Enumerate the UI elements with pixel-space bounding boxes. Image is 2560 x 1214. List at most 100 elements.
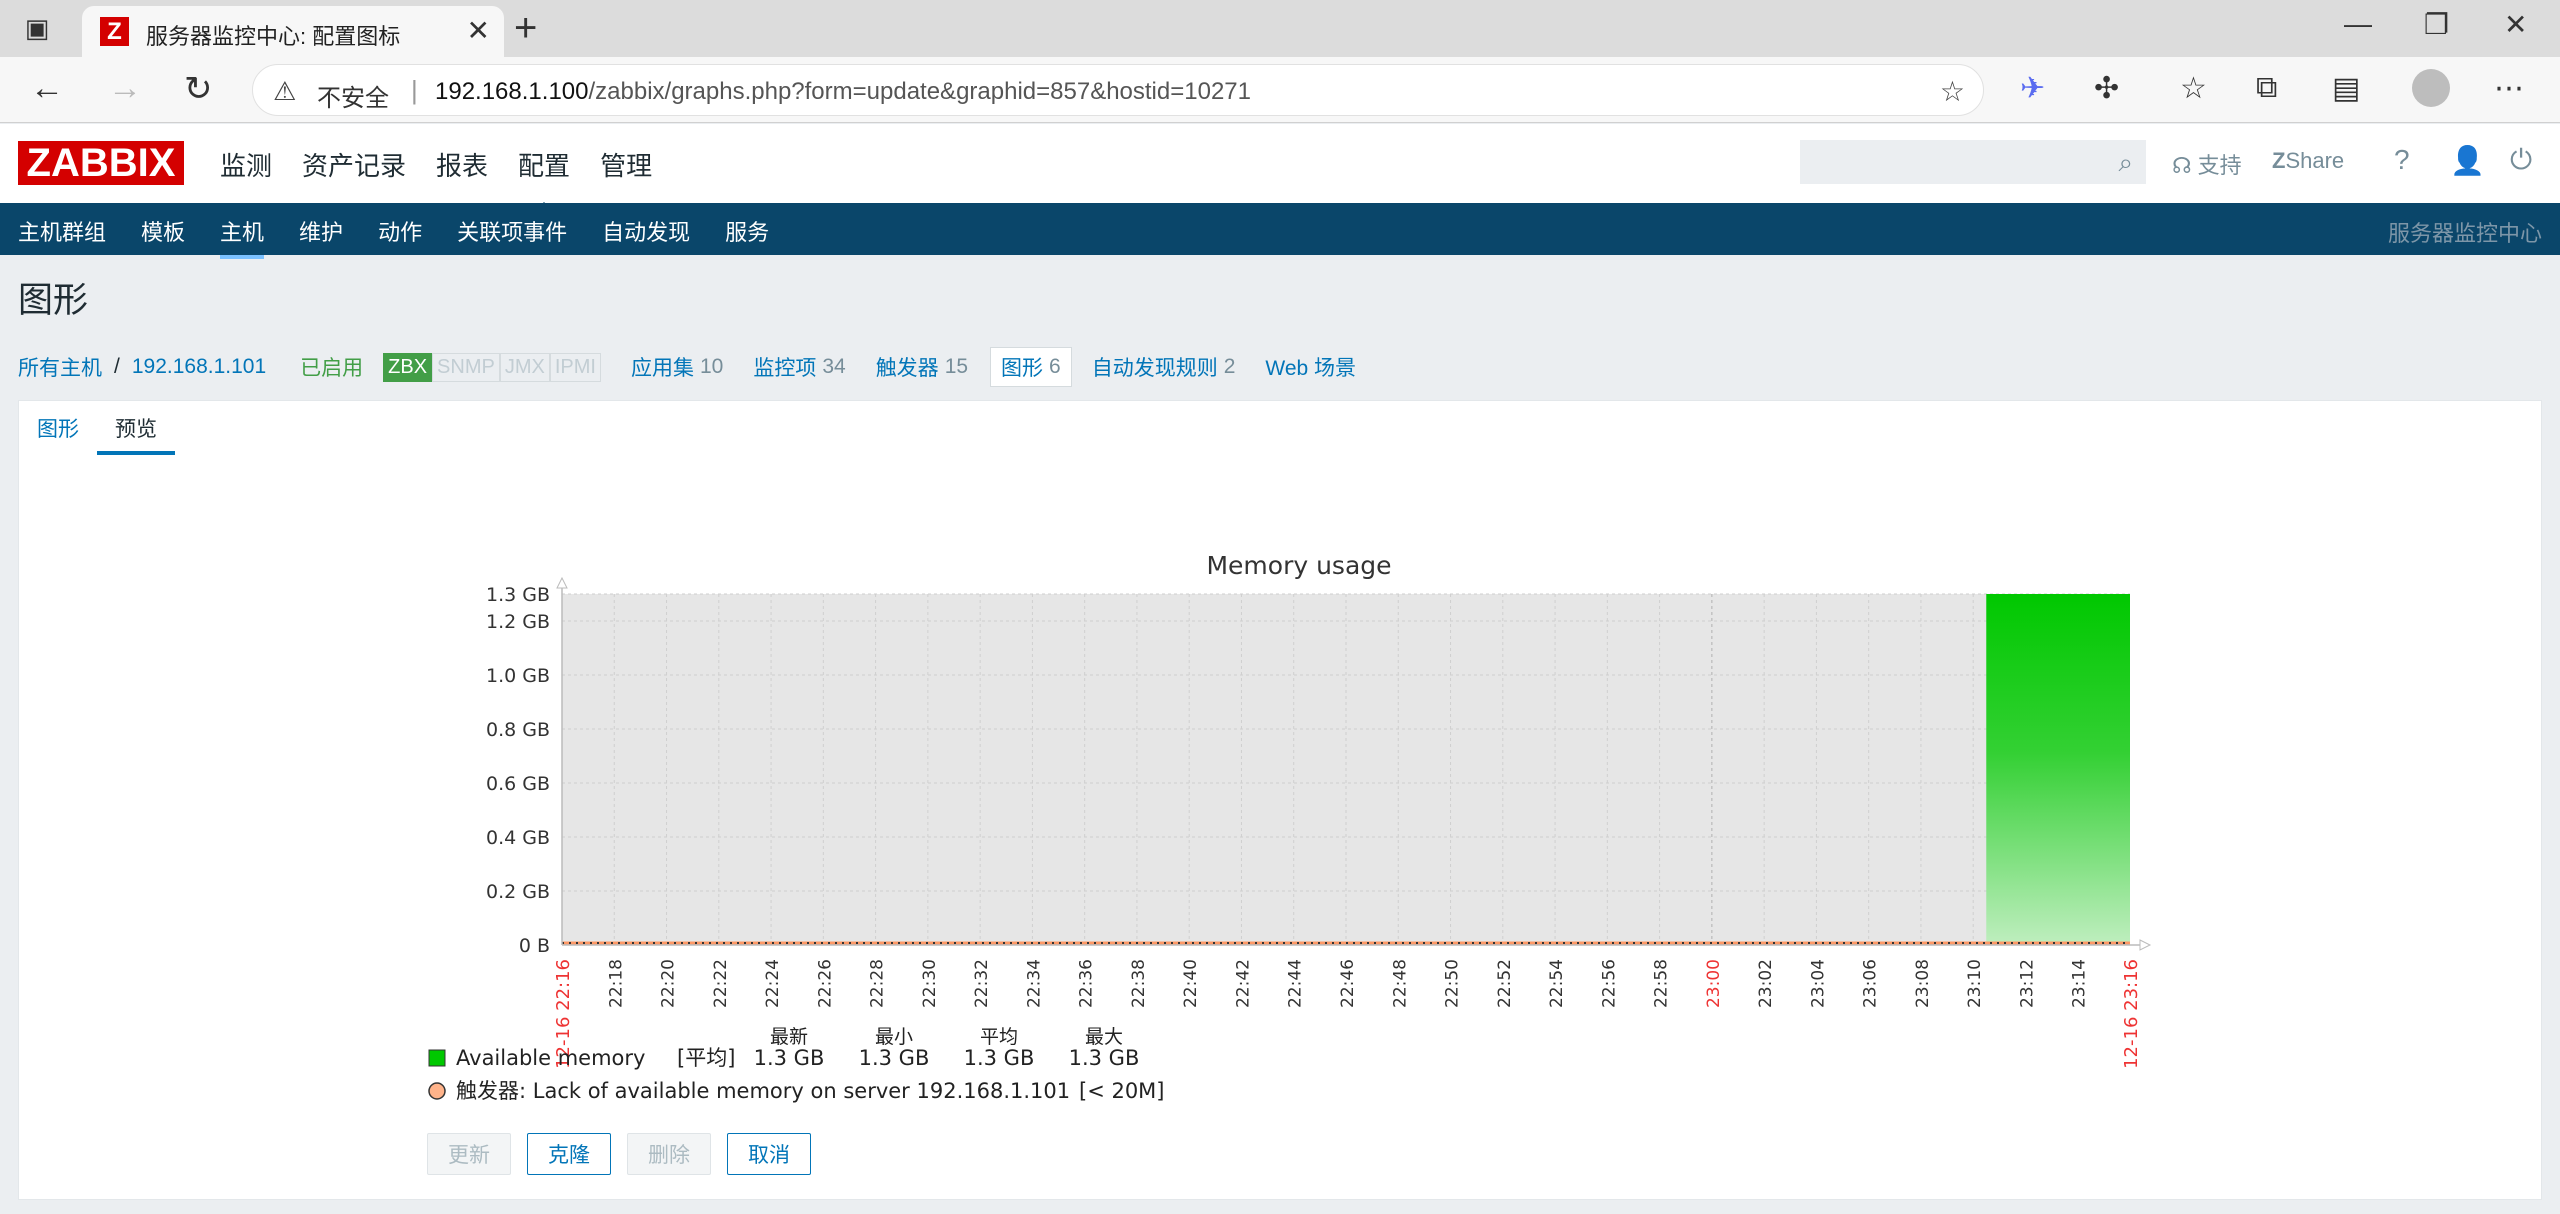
applications-count: 10 xyxy=(699,355,724,378)
items-link[interactable]: 监控项 34 xyxy=(753,352,845,382)
triggers-link[interactable]: 触发器 15 xyxy=(876,352,968,382)
subnav-hosts[interactable]: 主机 xyxy=(220,215,265,259)
applications-label: 应用集 xyxy=(630,357,694,380)
host-link[interactable]: 192.168.1.101 xyxy=(132,355,266,379)
applications-link[interactable]: 应用集 10 xyxy=(631,352,723,382)
y-tick-label: 1.0 GB xyxy=(486,665,550,687)
legend-trigger-marker xyxy=(428,1082,446,1100)
all-hosts-link[interactable]: 所有主机 xyxy=(18,352,102,382)
chart-title: Memory usage xyxy=(1206,551,1391,580)
items-label: 监控项 xyxy=(753,357,817,380)
url-field[interactable]: ⚠ 不安全 | 192.168.1.100/zabbix/graphs.php?… xyxy=(252,64,1984,116)
legend-column-header: 平均 xyxy=(980,1026,1018,1048)
url-text[interactable]: 192.168.1.100/zabbix/graphs.php?form=upd… xyxy=(435,78,1251,106)
legend-column-header: 最大 xyxy=(1085,1026,1123,1048)
tag-jmx: JMX xyxy=(499,352,550,382)
menu-configuration[interactable]: 配置 xyxy=(518,146,570,214)
insecure-label[interactable]: 不安全 xyxy=(317,78,389,113)
x-tick-label: 22:24 xyxy=(763,959,783,1008)
web-scenarios-link[interactable]: Web 场景 xyxy=(1265,352,1356,382)
x-tick-label: 23:10 xyxy=(1965,959,1985,1008)
items-count: 34 xyxy=(822,355,846,378)
subnav-event-correlation[interactable]: 关联项事件 xyxy=(457,215,567,247)
minimize-icon[interactable]: — xyxy=(2344,8,2372,40)
legend-trigger-name: 触发器: Lack of available memory on server … xyxy=(456,1079,1070,1103)
graphs-link[interactable]: 图形 6 xyxy=(990,347,1072,387)
zabbix-header: ZABBIX 监测 资产记录 报表 配置 管理 ⌕ ☊ 支持 ZShare ? … xyxy=(0,124,2560,214)
favorites-icon[interactable]: ☆ xyxy=(2180,71,2207,106)
back-icon[interactable]: ← xyxy=(30,69,64,108)
zabbix-logo[interactable]: ZABBIX xyxy=(18,141,184,185)
profile-avatar[interactable] xyxy=(2412,69,2450,107)
add-favorite-icon[interactable]: ☆ xyxy=(1940,75,1965,108)
top-menu: 监测 资产记录 报表 配置 管理 xyxy=(220,146,682,214)
x-edge-label: 12-16 23:16 xyxy=(2121,959,2142,1069)
x-tick-label: 22:56 xyxy=(1599,959,1619,1008)
discovery-rules-link[interactable]: 自动发现规则 2 xyxy=(1092,352,1236,382)
close-tab-icon[interactable]: ✕ xyxy=(467,14,490,47)
maximize-icon[interactable]: ❐ xyxy=(2424,8,2449,41)
logout-icon[interactable]: ⏻ xyxy=(2510,144,2532,177)
extension-bird-icon[interactable]: ✈ xyxy=(2020,71,2045,106)
tab-actions-icon[interactable]: ▣ xyxy=(22,13,52,43)
help-icon[interactable]: ? xyxy=(2394,144,2410,176)
x-tick-label: 22:22 xyxy=(711,959,731,1008)
menu-monitoring[interactable]: 监测 xyxy=(220,146,272,183)
browser-tab[interactable]: Z 服务器监控中心: 配置图标 ✕ xyxy=(82,6,504,57)
tag-ipmi: IPMI xyxy=(549,352,601,382)
subnav-maintenance[interactable]: 维护 xyxy=(299,215,343,247)
headset-icon: ☊ xyxy=(2172,153,2192,178)
series-area-available-memory xyxy=(1986,594,2130,945)
reload-icon[interactable]: ↻ xyxy=(184,69,213,109)
subnav-services[interactable]: 服务 xyxy=(725,215,769,247)
x-tick-label: 22:20 xyxy=(659,959,679,1008)
global-search-input[interactable]: ⌕ xyxy=(1800,140,2146,184)
menu-reports[interactable]: 报表 xyxy=(436,146,488,183)
menu-administration[interactable]: 管理 xyxy=(600,146,652,183)
memory-usage-graph: Memory usage 1.3 GB 1.2 GB 1.0 GB 0.8 GB 0.6… xyxy=(428,551,2152,1103)
update-button[interactable]: 更新 xyxy=(427,1133,511,1175)
subnav-templates[interactable]: 模板 xyxy=(141,215,185,247)
user-profile-icon[interactable]: 👤 xyxy=(2450,144,2485,177)
form-buttons: 更新 克隆 删除 取消 xyxy=(427,1133,827,1175)
close-window-icon[interactable]: ✕ xyxy=(2504,8,2527,41)
subnav-host-groups[interactable]: 主机群组 xyxy=(18,215,106,247)
warning-icon: ⚠ xyxy=(273,76,297,106)
sub-navigation: 主机群组 模板 主机 维护 动作 关联项事件 自动发现 服务 服务器监控中心 xyxy=(0,203,2560,259)
x-tick-label: 23:14 xyxy=(2070,959,2090,1008)
extensions-puzzle-icon[interactable]: ✣ xyxy=(2094,71,2119,106)
search-icon[interactable]: ⌕ xyxy=(2118,147,2133,179)
legend-trigger-threshold: [< 20M] xyxy=(1079,1079,1165,1103)
discovery-rules-count: 2 xyxy=(1223,355,1236,378)
tab-preview[interactable]: 预览 xyxy=(97,401,175,455)
x-tick-label: 22:52 xyxy=(1495,959,1515,1008)
host-breadcrumb: 所有主机 / 192.168.1.101 已启用 ZBX SNMP JMX IP… xyxy=(18,347,1356,387)
legend-swatch-available-memory xyxy=(428,1049,446,1067)
menu-inventory[interactable]: 资产记录 xyxy=(302,146,406,183)
more-menu-icon[interactable]: ⋯ xyxy=(2494,71,2524,106)
sidebar-apps-icon[interactable]: ▤ xyxy=(2332,71,2360,106)
breadcrumb-separator: / xyxy=(114,355,120,378)
legend-column-header: 最新 xyxy=(770,1026,808,1048)
x-tick-label: 22:58 xyxy=(1652,959,1672,1008)
graphs-count: 6 xyxy=(1049,355,1061,378)
collections-icon[interactable]: ⧉ xyxy=(2256,71,2277,105)
x-tick-label: 22:32 xyxy=(972,959,992,1008)
zabbix-favicon-icon: Z xyxy=(100,17,129,46)
subnav-actions[interactable]: 动作 xyxy=(378,215,422,247)
y-axis-arrow xyxy=(556,576,568,589)
x-tick-label: 22:40 xyxy=(1181,959,1201,1008)
support-link[interactable]: ☊ 支持 xyxy=(2172,148,2242,180)
forward-icon[interactable]: → xyxy=(108,69,142,108)
delete-button[interactable]: 删除 xyxy=(627,1133,711,1175)
subnav-discovery[interactable]: 自动发现 xyxy=(602,215,690,247)
share-link[interactable]: ZShare xyxy=(2272,148,2344,174)
clone-button[interactable]: 克隆 xyxy=(527,1133,611,1175)
tab-graph[interactable]: 图形 xyxy=(19,401,97,455)
cancel-button[interactable]: 取消 xyxy=(727,1133,811,1175)
host-status-enabled: 已启用 xyxy=(300,357,364,380)
share-label: Share xyxy=(2285,148,2345,173)
legend-series-value: 1.3 GB xyxy=(859,1046,930,1070)
y-tick-label: 0.2 GB xyxy=(486,881,550,903)
new-tab-icon[interactable]: + xyxy=(514,6,537,51)
